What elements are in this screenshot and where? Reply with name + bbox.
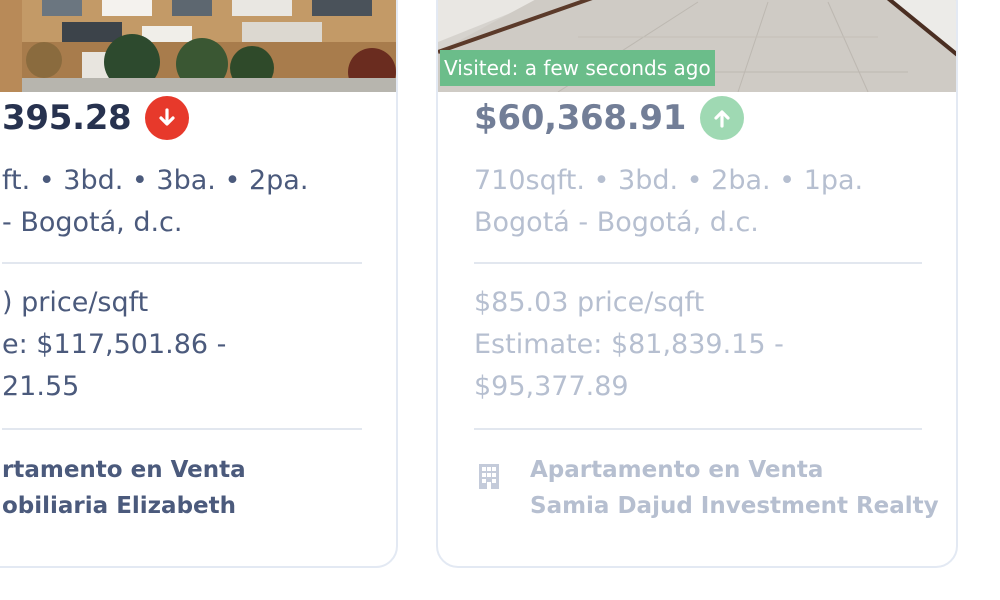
price-row: 395.28	[2, 96, 190, 140]
price-row: $60,368.91	[474, 96, 745, 140]
listing-price: $60,368.91	[474, 98, 687, 138]
estimate-line: 21.55	[2, 371, 80, 402]
estimate-line: e: $117,501.86 -	[2, 329, 227, 360]
divider	[474, 428, 922, 430]
listing-photo[interactable]	[0, 0, 396, 92]
estimate-line: $95,377.89	[474, 371, 629, 402]
visited-badge: Visited: a few seconds ago	[440, 50, 715, 86]
location-line: Bogotá - Bogotá, d.c.	[474, 207, 759, 238]
price-per-sqft: $85.03 price/sqft	[474, 287, 705, 318]
divider	[474, 262, 922, 264]
building-icon	[474, 456, 504, 496]
listing-specs: 710sqft. • 3bd. • 2ba. • 1pa. Bogotá - B…	[474, 160, 863, 244]
divider	[2, 262, 362, 264]
price-per-sqft: ) price/sqft	[2, 287, 149, 318]
arrow-up-icon	[700, 96, 745, 140]
agency-info: rtamento en Venta obiliaria Elizabeth	[2, 452, 246, 524]
listing-specs: ft. • 3bd. • 3ba. • 2pa. - Bogotá, d.c.	[2, 160, 308, 244]
listing-pricing: $85.03 price/sqft Estimate: $81,839.15 -…	[474, 282, 784, 408]
agency-name: obiliaria Elizabeth	[2, 493, 237, 519]
specs-line: ft. • 3bd. • 3ba. • 2pa.	[2, 165, 309, 196]
listing-type: Apartamento en Venta	[530, 457, 824, 483]
listing-pricing: ) price/sqft e: $117,501.86 - 21.55	[2, 282, 226, 408]
location-line: - Bogotá, d.c.	[2, 207, 183, 238]
listing-carousel: 395.28 ft. • 3bd. • 3ba. • 2pa. - Bogotá…	[0, 0, 1000, 600]
estimate-line: Estimate: $81,839.15 -	[474, 329, 784, 360]
specs-line: 710sqft. • 3bd. • 2ba. • 1pa.	[474, 165, 864, 196]
building-photo	[0, 0, 396, 92]
listing-card[interactable]: 395.28 ft. • 3bd. • 3ba. • 2pa. - Bogotá…	[0, 0, 398, 568]
listing-price: 395.28	[2, 98, 132, 138]
listing-body: $60,368.91 710sqft. • 3bd. • 2ba. • 1pa.…	[438, 92, 956, 566]
listing-body: 395.28 ft. • 3bd. • 3ba. • 2pa. - Bogotá…	[0, 92, 396, 566]
agency-name: Samia Dajud Investment Realty	[530, 493, 939, 519]
listing-type: rtamento en Venta	[2, 457, 246, 483]
arrow-down-icon	[145, 96, 190, 140]
agency-info: Apartamento en Venta Samia Dajud Investm…	[474, 452, 939, 524]
divider	[2, 428, 362, 430]
